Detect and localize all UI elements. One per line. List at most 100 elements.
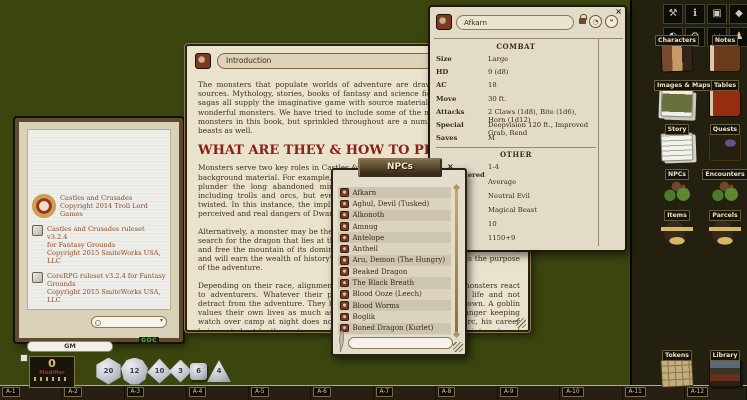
hotkey-slot[interactable]: A-3	[125, 386, 187, 400]
stat-value[interactable]: Large	[488, 55, 596, 63]
category-label: Characters	[655, 35, 699, 46]
d12-die[interactable]: 12	[121, 358, 148, 385]
sidebar-button-npcs[interactable]: NPCs	[654, 161, 700, 206]
sidebar-button-story[interactable]: Story	[654, 116, 700, 161]
sidebar-button-encounters[interactable]: Encounters	[702, 161, 747, 206]
hotkey-slot[interactable]: A-4	[187, 386, 249, 400]
stat-value[interactable]: M	[488, 134, 596, 142]
lock-icon[interactable]	[579, 18, 586, 24]
story-title-field[interactable]: Introduction	[217, 53, 442, 69]
stat-value[interactable]: 9 (d8)	[488, 68, 596, 76]
chat-log[interactable]: Castles and CrusadesCopyright 2014 Troll…	[27, 129, 171, 310]
hotkey-slot[interactable]: A-2	[62, 386, 124, 400]
chat-input[interactable]: ▾	[91, 316, 167, 328]
d8-die[interactable]: 3	[169, 360, 192, 383]
sidebar-button-quests[interactable]: Quests	[702, 116, 747, 161]
stat-label: Attacks	[436, 108, 488, 116]
hotkey-slot[interactable]: A-10	[560, 386, 622, 400]
resize-grip[interactable]	[453, 342, 463, 352]
gm-identity-tab: GM	[27, 341, 113, 352]
stat-value[interactable]: Average	[488, 178, 596, 186]
sidebar-button-items[interactable]: Items	[654, 202, 700, 247]
hotkey-slot[interactable]: A-9	[498, 386, 560, 400]
sidebar-button-characters[interactable]: Characters	[654, 27, 700, 72]
stat-value[interactable]: 1150+9	[488, 234, 596, 242]
d10-die[interactable]: 10	[147, 359, 172, 384]
hotkey-slot[interactable]: A-5	[249, 386, 311, 400]
clock-icon[interactable]: ◔	[589, 15, 602, 28]
chat-mode-badge[interactable]: GOC	[139, 337, 159, 344]
hotkey-slot[interactable]: A-7	[374, 386, 436, 400]
hotkey-slot[interactable]: A-11	[623, 386, 685, 400]
close-icon[interactable]: ×	[447, 162, 454, 171]
speech-bubble-icon[interactable]: ❝	[605, 15, 618, 28]
sidebar: ⚒ℹ▣◆◐⚙+/-♟CharactersNotesImages & MapsTa…	[630, 0, 747, 386]
stat-row: SavesM	[436, 134, 596, 147]
sidebar-button-parcels[interactable]: Parcels	[702, 202, 747, 247]
modifier-box[interactable]: 0 Modifier	[29, 356, 75, 388]
sidebar-button-library[interactable]: Library	[702, 342, 747, 387]
npc-sheet-icon[interactable]	[436, 14, 452, 30]
list-item[interactable]: Amnug	[338, 221, 451, 232]
hotkey-slot[interactable]: A-1	[0, 386, 62, 400]
story-window-icon[interactable]	[195, 53, 211, 69]
hotkey-slot[interactable]: A-8	[436, 386, 498, 400]
d20-die[interactable]: 20	[95, 358, 122, 385]
mini-panel-icon[interactable]	[20, 354, 28, 362]
hotkey-label: A-1	[2, 387, 20, 397]
npc-name-field[interactable]: Afkarn	[456, 15, 574, 30]
items-icon	[661, 219, 693, 247]
chevron-down-icon[interactable]: ▾	[160, 317, 163, 324]
dice-bag-icon[interactable]: ◆	[729, 4, 747, 24]
cnc-logo-icon	[32, 194, 56, 218]
list-item[interactable]	[338, 334, 451, 335]
list-item[interactable]: Blood Worms	[338, 300, 451, 311]
stat-row: AC18	[436, 81, 596, 94]
npc-name: Blood Worms	[353, 302, 400, 310]
divider	[434, 38, 623, 39]
hotkey-slot[interactable]: A-6	[311, 386, 373, 400]
party-sheet-icon[interactable]: ℹ	[685, 4, 705, 24]
sidebar-button-images-maps[interactable]: Images & Maps	[654, 72, 700, 117]
stat-value[interactable]: 18	[488, 81, 596, 89]
npc-name: Amnug	[353, 223, 378, 231]
stat-value[interactable]: 30 ft.	[488, 95, 596, 103]
sidebar-button-tables[interactable]: Tables	[702, 72, 747, 117]
list-item[interactable]: Aru, Demon (The Hungry)	[338, 255, 451, 266]
resize-grip[interactable]	[516, 318, 526, 328]
list-item[interactable]: Antelope	[338, 232, 451, 243]
stat-value[interactable]: 10	[488, 220, 596, 228]
d4-die[interactable]: 4	[207, 359, 231, 383]
list-item[interactable]: Alkonoth	[338, 210, 451, 221]
scrollbar[interactable]	[455, 190, 458, 332]
stat-value[interactable]: Neutral Evil	[488, 192, 596, 200]
category-label: Tokens	[662, 350, 692, 361]
list-item[interactable]: Beaked Dragon	[338, 266, 451, 277]
sidebar-button-notes[interactable]: Notes	[702, 27, 747, 72]
story-icon	[661, 132, 694, 161]
crossed-tools-icon[interactable]: ⚒	[663, 4, 683, 24]
stat-value[interactable]: Magical Beast	[488, 206, 596, 214]
list-item[interactable]: Boned Dragon (Kurlet)	[338, 323, 451, 334]
list-item[interactable]: Antheil	[338, 243, 451, 254]
close-icon[interactable]: ×	[615, 7, 622, 16]
list-item[interactable]: Blood Ooze (Leech)	[338, 289, 451, 300]
list-item[interactable]: Afkarn	[338, 187, 451, 198]
d6-die[interactable]: 6	[190, 363, 207, 380]
images-maps-icon	[661, 88, 694, 117]
category-label: Tables	[711, 80, 739, 91]
hotkey-slot[interactable]: A-12	[685, 386, 747, 400]
list-item[interactable]: Aghul, Devil (Tusked)	[338, 198, 451, 209]
list-item[interactable]: Boglik	[338, 311, 451, 322]
stat-value[interactable]: 1-4	[488, 163, 596, 171]
filter-input[interactable]	[348, 337, 453, 349]
stat-label: Move	[436, 95, 488, 103]
category-label: Encounters	[702, 169, 747, 180]
die-roller-icon[interactable]: ▣	[707, 4, 727, 24]
hotkey-label: A-4	[189, 387, 207, 397]
npc-list-title-banner[interactable]: NPCs	[358, 158, 442, 177]
chat-footer: ▾ GOC	[27, 313, 171, 332]
list-item[interactable]: The Black Breath	[338, 277, 451, 288]
npc-name: Beaked Dragon	[353, 268, 408, 276]
sidebar-button-tokens[interactable]: Tokens	[654, 342, 700, 387]
